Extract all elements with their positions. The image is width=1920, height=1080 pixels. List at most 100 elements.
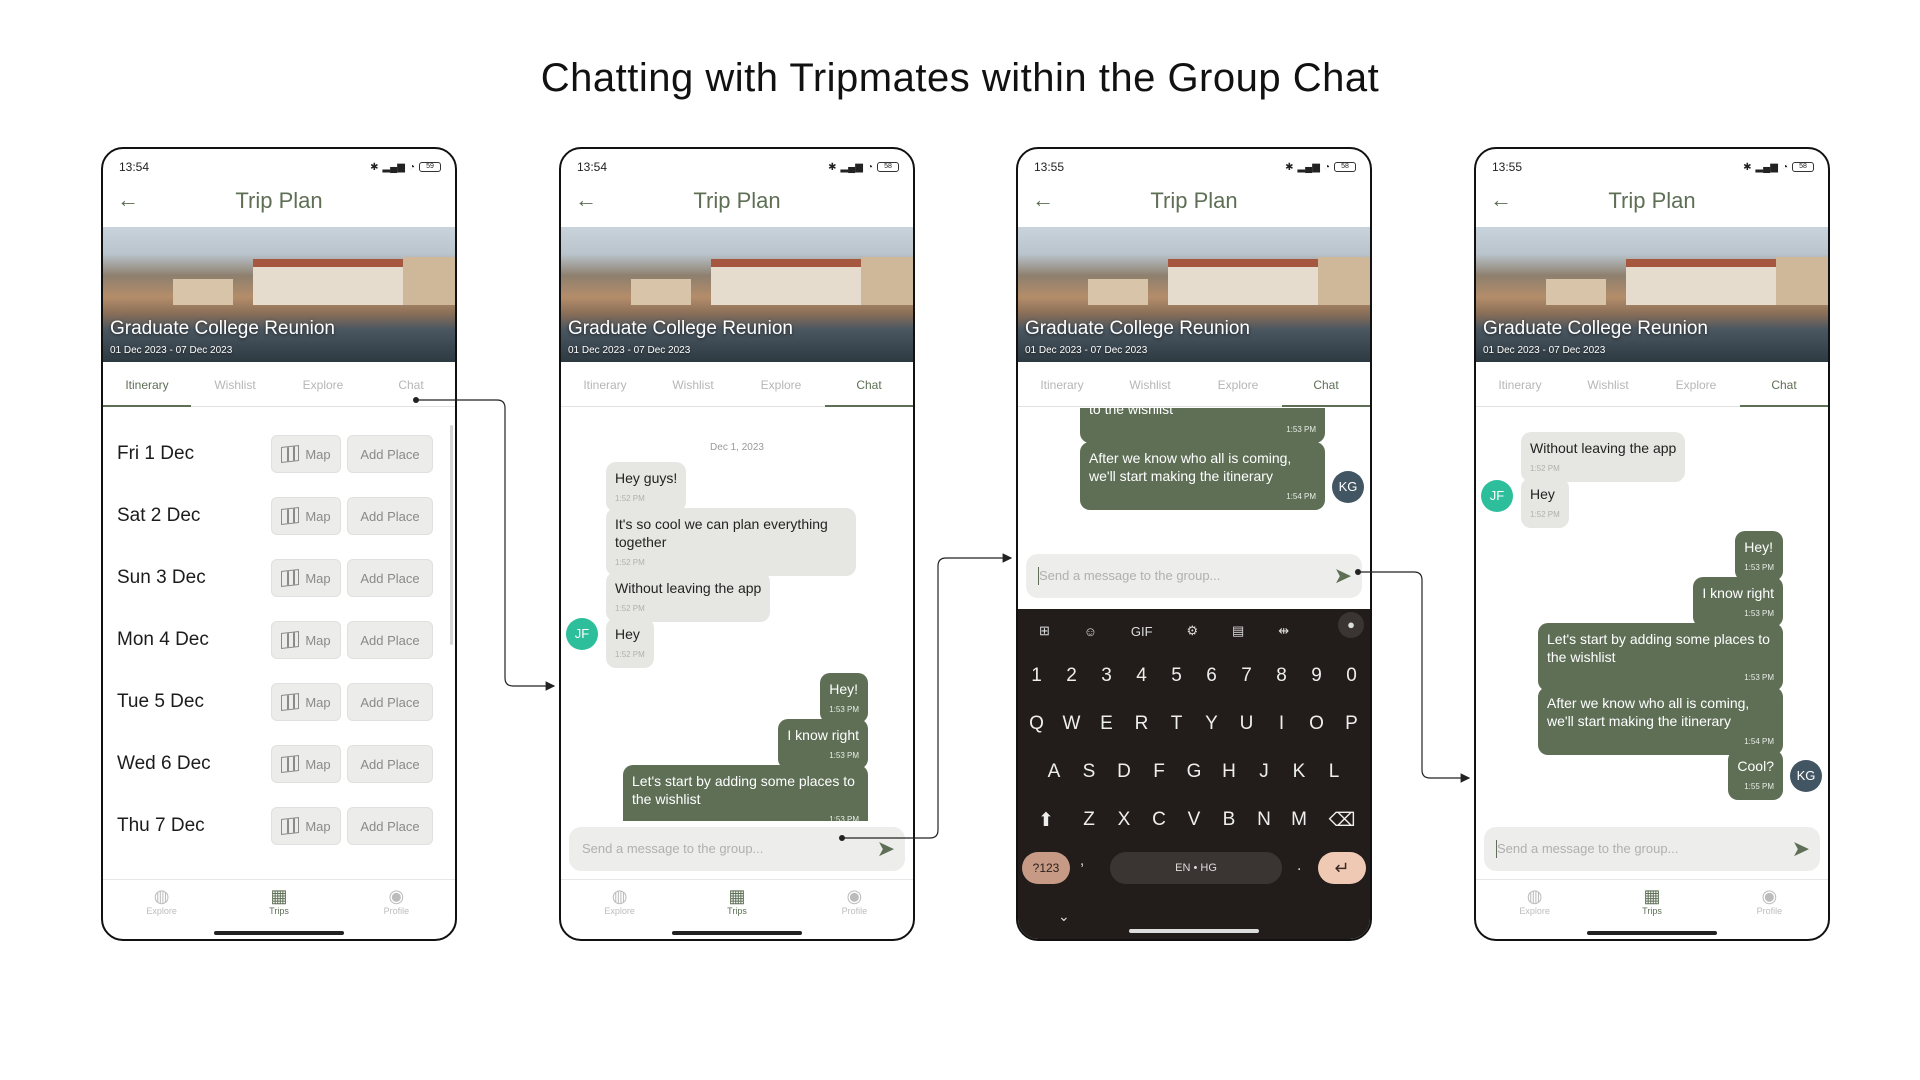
nav-trips[interactable]: ▦ Trips [220,880,337,925]
key-b[interactable]: B [1212,809,1247,832]
map-button[interactable]: Map [271,435,341,473]
key-p[interactable]: P [1334,713,1369,735]
key-r[interactable]: R [1124,713,1159,735]
scrollbar[interactable] [450,425,453,645]
map-button[interactable]: Map [271,559,341,597]
map-button[interactable]: Map [271,621,341,659]
tab-itinerary[interactable]: Itinerary [1476,363,1564,406]
avatar[interactable]: KG [1332,471,1364,503]
nav-trips[interactable]: ▦ Trips [678,880,795,925]
key-1[interactable]: 1 [1019,665,1054,687]
key-4[interactable]: 4 [1124,665,1159,687]
add-place-button[interactable]: Add Place [347,745,433,783]
nav-explore[interactable]: ◍ Explore [561,880,678,925]
map-button[interactable]: Map [271,497,341,535]
key-w[interactable]: W [1054,713,1089,735]
key-5[interactable]: 5 [1159,665,1194,687]
key-6[interactable]: 6 [1194,665,1229,687]
nav-explore[interactable]: ◍ Explore [1476,880,1593,925]
tab-wishlist[interactable]: Wishlist [649,363,737,406]
add-place-button[interactable]: Add Place [347,559,433,597]
tab-chat[interactable]: Chat [1740,363,1828,407]
key-a[interactable]: A [1037,761,1072,783]
add-place-button[interactable]: Add Place [347,435,433,473]
nav-trips[interactable]: ▦ Trips [1593,880,1710,925]
key-z[interactable]: Z [1072,809,1107,832]
key-s[interactable]: S [1072,761,1107,783]
nav-profile[interactable]: ◉ Profile [796,880,913,925]
key-e[interactable]: E [1089,713,1124,735]
key-c[interactable]: C [1142,809,1177,832]
tab-chat[interactable]: Chat [367,363,455,406]
key-h[interactable]: H [1212,761,1247,783]
chevron-down-icon[interactable]: ⌄ [1058,908,1070,925]
add-place-button[interactable]: Add Place [347,807,433,845]
add-place-button[interactable]: Add Place [347,497,433,535]
key-k[interactable]: K [1282,761,1317,783]
key-g[interactable]: G [1177,761,1212,783]
tab-explore[interactable]: Explore [1652,363,1740,406]
tab-itinerary[interactable]: Itinerary [103,363,191,407]
period-key[interactable]: . [1297,857,1301,875]
key-f[interactable]: F [1142,761,1177,783]
avatar[interactable]: JF [1481,480,1513,512]
mic-icon[interactable]: ● [1338,612,1364,638]
tab-chat[interactable]: Chat [1282,363,1370,407]
grid-icon[interactable]: ⊞ [1039,623,1050,639]
key-q[interactable]: Q [1019,713,1054,735]
message-input[interactable]: Send a message to the group... ➤ [1484,827,1820,871]
message-input[interactable]: Send a message to the group... ➤ [1026,554,1362,598]
tab-itinerary[interactable]: Itinerary [561,363,649,406]
key-n[interactable]: N [1247,809,1282,832]
key-9[interactable]: 9 [1299,665,1334,687]
shift-key[interactable]: ⬆ [1029,809,1064,832]
key-3[interactable]: 3 [1089,665,1124,687]
cursor-icon[interactable]: ⇹ [1278,623,1289,639]
key-y[interactable]: Y [1194,713,1229,735]
tab-explore[interactable]: Explore [279,363,367,406]
sticker-icon[interactable]: ☺ [1084,624,1097,639]
map-button[interactable]: Map [271,807,341,845]
symbols-key[interactable]: ?123 [1022,852,1070,884]
key-x[interactable]: X [1107,809,1142,832]
gif-key[interactable]: GIF [1131,624,1153,639]
key-o[interactable]: O [1299,713,1334,735]
key-8[interactable]: 8 [1264,665,1299,687]
key-0[interactable]: 0 [1334,665,1369,687]
add-place-button[interactable]: Add Place [347,621,433,659]
key-j[interactable]: J [1247,761,1282,783]
nav-profile[interactable]: ◉ Profile [338,880,455,925]
comma-key[interactable]: , [1080,852,1084,869]
map-button[interactable]: Map [271,745,341,783]
tab-wishlist[interactable]: Wishlist [191,363,279,406]
tab-explore[interactable]: Explore [1194,363,1282,406]
key-u[interactable]: U [1229,713,1264,735]
tab-wishlist[interactable]: Wishlist [1106,363,1194,406]
key-l[interactable]: L [1317,761,1352,783]
tab-explore[interactable]: Explore [737,363,825,406]
clipboard-icon[interactable]: ▤ [1232,623,1244,639]
nav-explore[interactable]: ◍ Explore [103,880,220,925]
key-i[interactable]: I [1264,713,1299,735]
key-t[interactable]: T [1159,713,1194,735]
gear-icon[interactable]: ⚙ [1186,623,1198,639]
key-7[interactable]: 7 [1229,665,1264,687]
send-icon[interactable]: ➤ [1334,563,1352,589]
spacebar[interactable]: EN • HG [1110,852,1282,884]
send-icon[interactable]: ➤ [877,836,895,862]
backspace-key[interactable]: ⌫ [1325,809,1360,832]
tab-wishlist[interactable]: Wishlist [1564,363,1652,406]
avatar[interactable]: JF [566,618,598,650]
key-v[interactable]: V [1177,809,1212,832]
message-input[interactable]: Send a message to the group... ➤ [569,827,905,871]
send-icon[interactable]: ➤ [1792,836,1810,862]
tab-itinerary[interactable]: Itinerary [1018,363,1106,406]
key-d[interactable]: D [1107,761,1142,783]
nav-profile[interactable]: ◉ Profile [1711,880,1828,925]
key-2[interactable]: 2 [1054,665,1089,687]
tab-chat[interactable]: Chat [825,363,913,407]
map-button[interactable]: Map [271,683,341,721]
add-place-button[interactable]: Add Place [347,683,433,721]
enter-key[interactable]: ↵ [1318,852,1366,884]
avatar[interactable]: KG [1790,760,1822,792]
